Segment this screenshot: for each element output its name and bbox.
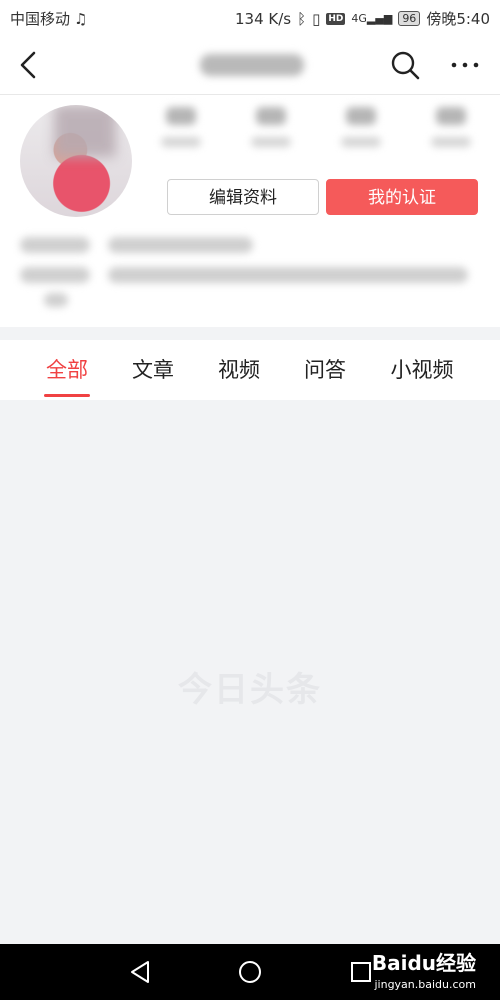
circle-home-icon [239, 961, 261, 983]
my-certification-button[interactable]: 我的认证 [326, 179, 478, 215]
tab-qa[interactable]: 问答 [285, 354, 365, 384]
system-home-button[interactable] [235, 958, 265, 986]
status-right: 134 K/s ᛒ ▯ HD 4G▂▄▆ 96 傍晚5:40 [235, 8, 490, 29]
avatar[interactable] [20, 105, 132, 217]
stat-blurred [335, 105, 387, 155]
music-icon: ♫ [74, 9, 88, 28]
back-button[interactable] [14, 48, 46, 82]
chevron-left-icon [20, 51, 36, 79]
baidu-brand: Baidu经验 [371, 951, 476, 975]
signal-icon: 4G▂▄▆ [351, 12, 393, 25]
battery-level: 96 [402, 12, 417, 25]
baidu-url: jingyan.baidu.com [374, 978, 476, 991]
system-back-button[interactable] [126, 958, 156, 986]
status-bar: 中国移动 ♫ 134 K/s ᛒ ▯ HD 4G▂▄▆ 96 傍晚5:40 [0, 0, 500, 36]
search-icon [391, 51, 420, 80]
intro-text-blurred-2 [44, 293, 68, 307]
profile-header: 编辑资料 我的认证 [0, 95, 500, 327]
bio-text-blurred [108, 237, 253, 253]
tab-videos[interactable]: 视频 [199, 354, 279, 384]
network-type: 4G [351, 12, 367, 25]
content-tabs: 全部 文章 视频 问答 小视频 [0, 340, 500, 400]
hd-icon: HD [326, 12, 346, 25]
stat-blurred [245, 105, 297, 155]
network-speed: 134 K/s [234, 9, 292, 28]
edit-profile-button[interactable]: 编辑资料 [167, 179, 319, 215]
stat-blurred [425, 105, 477, 155]
tab-all[interactable]: 全部 [27, 354, 107, 384]
more-button[interactable] [446, 48, 486, 82]
carrier-label: 中国移动 [10, 10, 71, 28]
tab-articles[interactable]: 文章 [113, 354, 193, 384]
system-nav-bar: Baidu经验 jingyan.baidu.com [0, 944, 500, 1000]
clock: 傍晚5:40 [426, 10, 490, 28]
empty-state-watermark: 今日头条 [178, 670, 322, 710]
intro-label-blurred [20, 267, 90, 283]
bio-label-blurred [20, 237, 90, 253]
more-horizontal-icon [451, 62, 479, 68]
bluetooth-icon: ᛒ [297, 9, 307, 28]
stat-blurred [155, 105, 207, 155]
profile-name-blurred [200, 54, 304, 76]
active-tab-indicator [44, 394, 90, 397]
avatar-blur [54, 105, 116, 157]
intro-text-blurred [108, 267, 468, 283]
baidu-watermark: Baidu经验 jingyan.baidu.com [372, 952, 476, 996]
battery-icon: 96 [398, 11, 421, 26]
status-left: 中国移动 ♫ [10, 8, 87, 29]
tab-short-videos[interactable]: 小视频 [382, 354, 462, 384]
top-nav-bar [0, 36, 500, 95]
triangle-back-icon [131, 961, 149, 983]
search-button[interactable] [388, 48, 422, 82]
vibrate-icon: ▯ [312, 9, 321, 28]
